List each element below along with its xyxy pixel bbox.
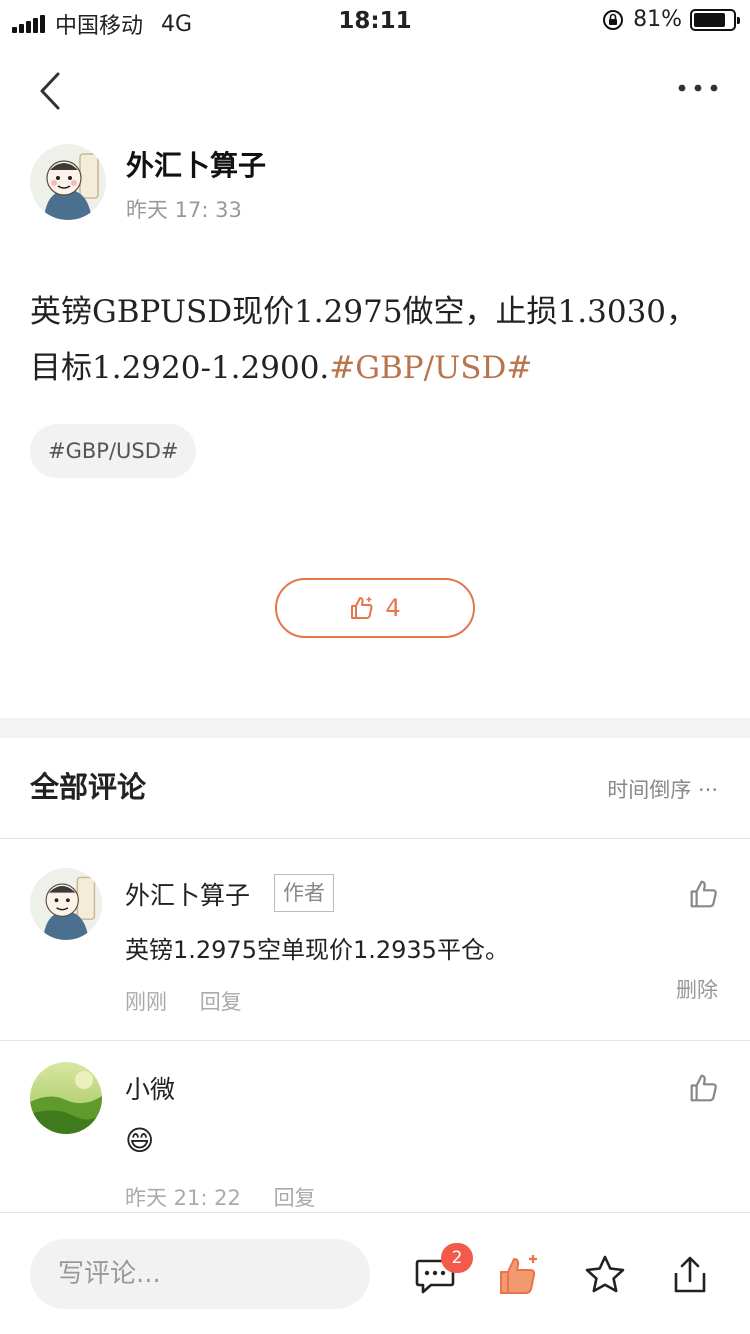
battery-icon [690,8,740,31]
more-icon[interactable] [676,76,720,100]
post-body: 英镑GBPUSD现价1.2975做空，止损1.3030，目标1.2920-1.2… [30,284,720,396]
thumbs-up-icon[interactable] [688,878,720,910]
avatar[interactable] [30,1062,102,1134]
section-divider [0,718,750,738]
comments-title: 全部评论 [30,770,147,804]
status-bar: 中国移动 4G 18:11 81% [0,0,750,40]
divider [0,1040,750,1041]
battery-fill [694,12,725,27]
rotation-lock-icon [603,9,624,30]
reply-link[interactable]: 回复 [274,1186,316,1210]
thumbs-up-icon[interactable] [688,1072,720,1104]
comment-meta: 昨天 21: 22 回复 [125,1182,342,1212]
comment-time: 刚刚 [125,990,167,1014]
back-chevron-icon[interactable] [30,66,70,116]
author-name[interactable]: 外汇卜算子 [126,144,266,184]
comment-item: 小微 😄 昨天 21: 22 回复 [0,1062,750,1212]
thumbs-up-icon[interactable] [497,1253,541,1297]
sort-toggle[interactable]: 时间倒序 ··· [607,774,718,804]
star-icon[interactable] [583,1253,627,1297]
bottom-action-bar: 写评论... 2 [0,1212,750,1334]
thumbs-up-icon [351,597,373,619]
comment-text: 英镑1.2975空单现价1.2935平仓。 [125,936,509,964]
comment-time: 昨天 21: 22 [125,1186,241,1210]
comment-meta: 刚刚 回复 [125,986,268,1016]
avatar[interactable] [30,868,102,940]
status-right: 81% [601,7,740,32]
battery-percent: 81% [633,7,682,32]
like-button[interactable]: 4 [275,578,475,638]
comment-input[interactable]: 写评论... [30,1239,370,1309]
comment-count-badge: 2 [441,1243,473,1273]
like-count: 4 [385,594,401,622]
comment-item: 外汇卜算子 作者 英镑1.2975空单现价1.2935平仓。 刚刚 回复 删除 [0,868,750,1038]
comment-text: 😄 [125,1124,155,1157]
post-hashtag-link[interactable]: #GBP/USD# [329,350,532,386]
avatar[interactable] [30,144,106,220]
divider [0,838,750,839]
author-badge: 作者 [274,874,334,912]
share-icon[interactable] [668,1253,712,1297]
delete-link[interactable]: 删除 [676,974,718,1004]
comment-author[interactable]: 小微 [125,1070,175,1106]
nav-bar [0,60,750,120]
comment-author[interactable]: 外汇卜算子 [125,876,250,912]
reply-link[interactable]: 回复 [200,990,242,1014]
tag-chip[interactable]: #GBP/USD# [30,424,197,478]
post-time: 昨天 17: 33 [126,198,242,222]
